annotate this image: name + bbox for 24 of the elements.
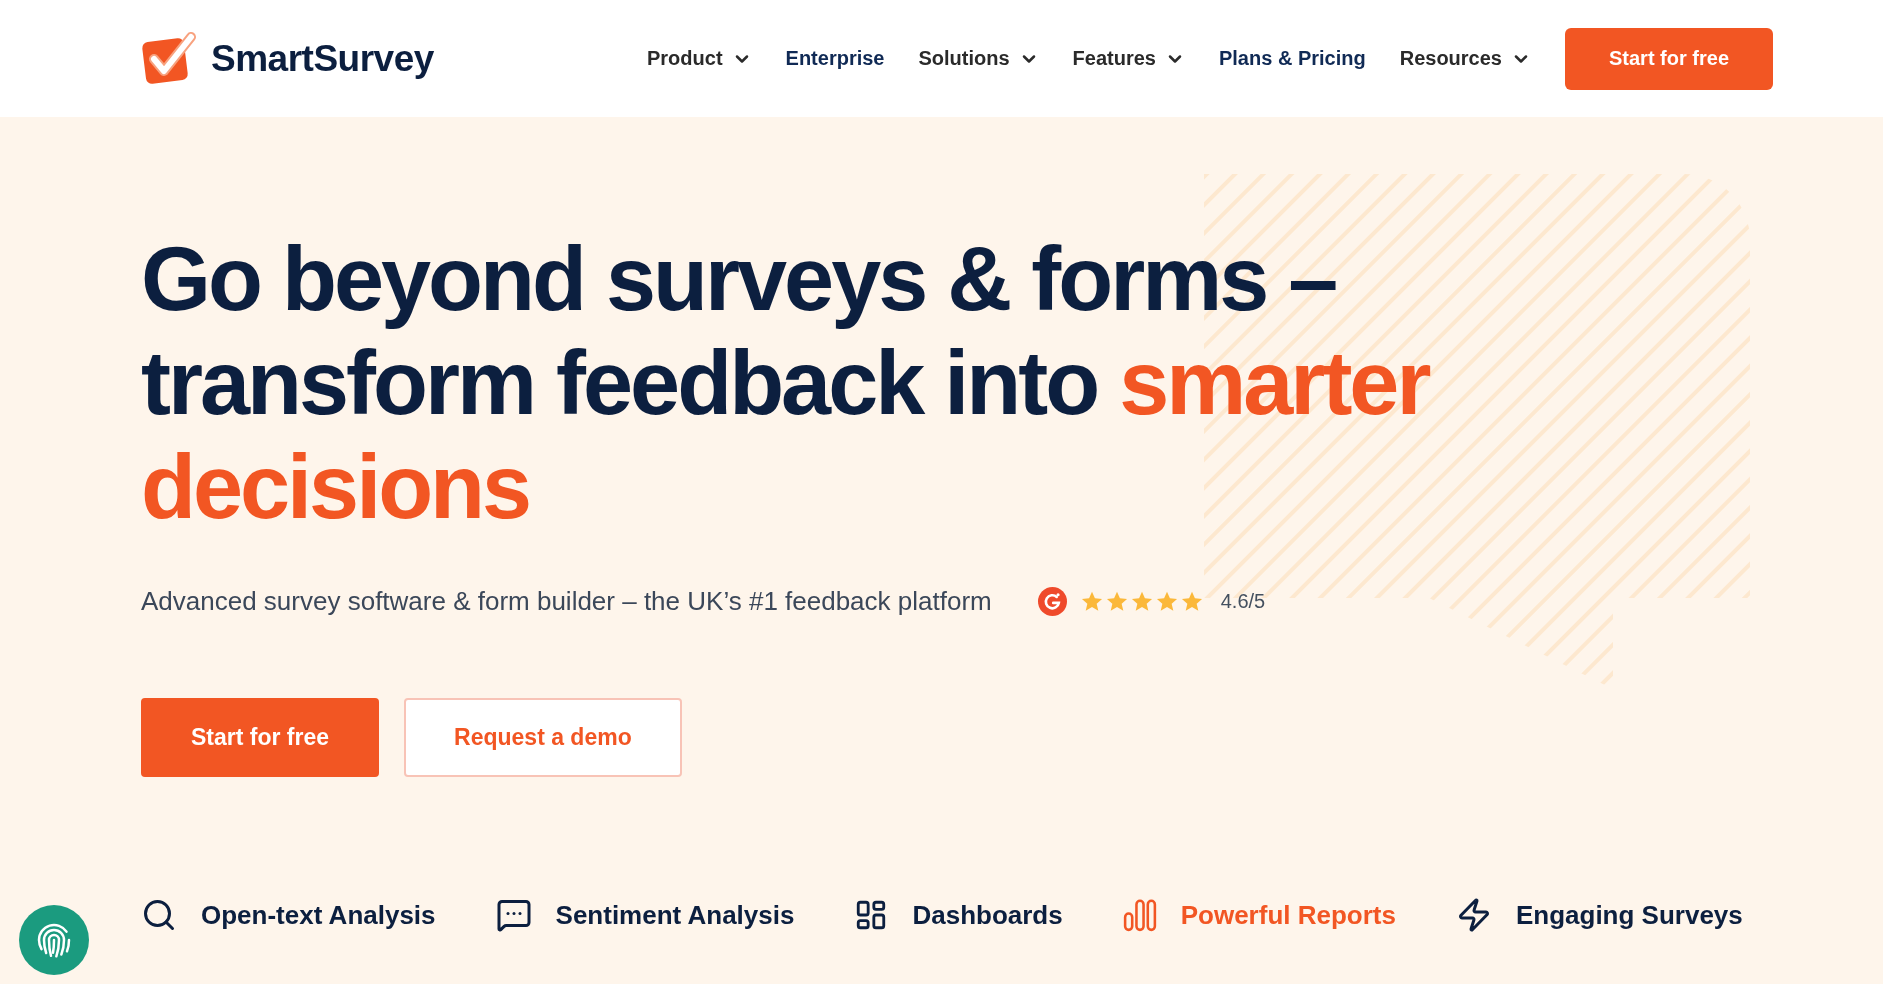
brand-name[interactable]: SmartSurvey [211,37,434,80]
hero-subtitle: Advanced survey software & form builder – the UK’s #1 feedback platform [141,585,992,618]
feature-tab[interactable]: Dashboards [854,898,1063,932]
nav-link[interactable]: Plans & Pricing [1218,47,1366,70]
nav-link[interactable]: Resources [1399,47,1531,70]
feature-tab[interactable]: Sentiment Analysis [495,897,795,933]
star-icon [1180,590,1203,612]
hero-heading: Go beyond surveys & forms – transform feedback into smarter decisions [141,228,1430,539]
star-icon [1130,590,1153,612]
star-icon [1080,590,1103,612]
nav-link[interactable]: Features [1072,47,1185,70]
bar-chart-icon [1122,898,1157,932]
nav-link[interactable]: Product [647,47,752,70]
checkmark-logo-icon [141,31,197,86]
search-icon [141,897,177,933]
badge-logo-icon [1037,586,1067,616]
rating-score: 4.6/5 [1220,589,1266,613]
speech-bubble-icon [495,897,532,933]
nav-link[interactable]: Solutions [918,47,1039,70]
feature-tab[interactable]: Open-text Analysis [141,897,436,933]
star-icon [1105,590,1128,612]
nav-link[interactable]: Enterprise [785,47,885,70]
star-icon [1155,590,1178,612]
feature-tab[interactable]: Engaging Surveys [1455,897,1743,933]
